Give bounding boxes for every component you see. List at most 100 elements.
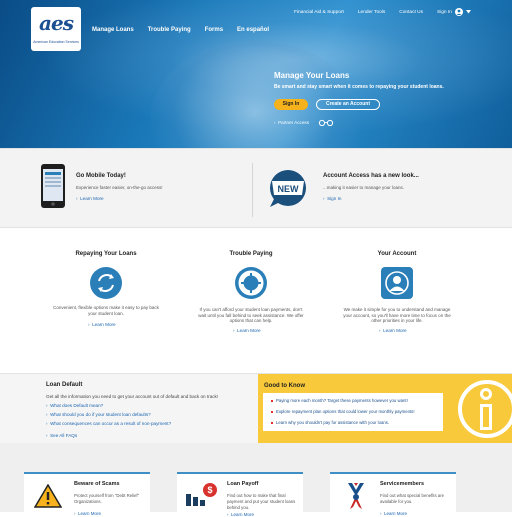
user-icon: [454, 8, 463, 16]
loan-default-title: Loan Default: [46, 382, 83, 388]
bullet-icon: [271, 421, 273, 424]
repaying-text-line-1: Convenient, flexible options make it eas…: [53, 305, 159, 310]
trouble-paying-text-line-3: options that can help.: [229, 318, 273, 323]
card-learn-more[interactable]: › Learn More: [227, 512, 254, 517]
your-account-text: We make it simple for you to understand …: [327, 307, 467, 324]
hero-subtitle: Be smart and stay smart when it comes to…: [274, 84, 444, 90]
faq-consequences-label: What consequences can occur as a result …: [50, 421, 172, 426]
partner-access-label: Partner Access: [278, 120, 309, 125]
trouble-paying-title: Trouble Paying: [229, 251, 273, 257]
nav-en-espanol[interactable]: En español: [237, 27, 269, 33]
glasses-icon: [318, 119, 334, 126]
repaying-text-line-2: your student loan.: [88, 310, 124, 316]
go-mobile-link-label: Learn More: [80, 196, 104, 201]
card-title: Loan Payoff: [227, 481, 259, 487]
svg-text:$: $: [207, 485, 212, 495]
military-ribbon-icon: [348, 483, 364, 509]
card-text-line-1: Protect yourself from "Debt Relief": [74, 493, 140, 498]
account-user-icon: [381, 267, 413, 299]
card-title: Beware of Scams: [74, 481, 120, 487]
see-all-faqs-link[interactable]: › See All FAQs: [46, 433, 77, 438]
card-beware-of-scams[interactable]: Beware of Scams Protect yourself from "D…: [24, 472, 150, 516]
card-text-line-2: Organizations.: [74, 499, 102, 504]
aes-logo[interactable]: aes American Education Services: [31, 7, 81, 51]
good-to-know-title: Good to Know: [264, 383, 305, 389]
bullet-icon: [271, 399, 273, 402]
partner-access-link[interactable]: › Partner Access: [274, 120, 309, 125]
warning-icon: [34, 484, 62, 508]
repayment-cycle-icon: [90, 267, 122, 299]
good-to-know-item-label: Learn why you shouldn't pay for assistan…: [276, 420, 390, 425]
hero-title: Manage Your Loans: [274, 71, 350, 80]
faq-consequences[interactable]: › What consequences can occur as a resul…: [46, 421, 171, 426]
card-servicemembers[interactable]: Servicemembers Find out what special ben…: [330, 472, 456, 516]
card-loan-payoff[interactable]: $ Loan Payoff Find out how to make that …: [177, 472, 303, 517]
your-account-text-line-1: We make it simple for you to understand …: [343, 307, 451, 312]
info-icon-stem: [480, 404, 492, 430]
card-text-line-3: behind you.: [227, 505, 250, 510]
new-badge-icon: NEW: [270, 170, 306, 207]
your-account-learn-more[interactable]: › Learn More: [379, 328, 407, 333]
main-nav: Manage Loans Trouble Paying Forms En esp…: [92, 27, 269, 33]
card-text-line-2: payment and put your student loans: [227, 499, 296, 504]
new-badge-text: NEW: [278, 184, 300, 194]
account-access-text: ...making it easier to manage your loans…: [323, 185, 405, 190]
create-account-button[interactable]: Create an Account: [316, 99, 380, 110]
promo-band: Go Mobile Today! Experience faster easie…: [0, 148, 512, 228]
nav-financial-aid[interactable]: Financial Aid & Support: [294, 10, 344, 15]
good-to-know-item-label: Paying more each month? Target these pay…: [276, 398, 408, 403]
card-title: Servicemembers: [380, 481, 425, 487]
nav-forms[interactable]: Forms: [205, 27, 223, 33]
trouble-paying-learn-more[interactable]: › Learn More: [233, 328, 261, 333]
nav-contact-us[interactable]: Contact Us: [399, 10, 423, 15]
faq-default-meaning[interactable]: › What does Default mean?: [46, 403, 103, 408]
faq-default-meaning-label: What does Default mean?: [50, 403, 104, 408]
repaying-learn-more[interactable]: › Learn More: [88, 322, 116, 327]
nav-trouble-paying[interactable]: Trouble Paying: [148, 27, 191, 33]
trouble-paying-text: If you can't afford your student loan pa…: [181, 307, 321, 324]
your-account-title: Your Account: [377, 251, 417, 257]
repaying-link-label: Learn More: [92, 322, 116, 327]
sign-in-button[interactable]: Sign In: [274, 99, 308, 110]
your-account-text-line-3: other priorities in your life.: [371, 318, 423, 323]
chevron-down-icon: [465, 10, 471, 14]
life-preserver-icon: [235, 267, 267, 299]
loan-default-text: Get all the information you need to get …: [46, 394, 219, 399]
go-mobile-title: Go Mobile Today!: [76, 173, 126, 179]
good-to-know-panel: Good to Know Paying more each month? Tar…: [258, 374, 512, 443]
repaying-title: Repaying Your Loans: [75, 251, 137, 257]
bullet-icon: [271, 410, 273, 413]
good-to-know-item-label: Explore repayment plan options that coul…: [276, 409, 415, 414]
good-to-know-item[interactable]: Learn why you shouldn't pay for assistan…: [271, 420, 389, 425]
utility-nav: Financial Aid & Support Lender Tools Con…: [294, 8, 471, 16]
trouble-paying-text-line-1: If you can't afford your student loan pa…: [199, 307, 303, 312]
go-mobile-text: Experience faster easier, on-the-go acce…: [76, 185, 163, 190]
money-bars-icon: $: [186, 483, 217, 506]
go-mobile-learn-more[interactable]: › Learn More: [76, 196, 104, 201]
card-text-line-2: available for you.: [380, 499, 413, 504]
nav-sign-in[interactable]: Sign In: [437, 8, 471, 16]
faq-what-to-do-label: What should you do if your student loan …: [50, 412, 151, 417]
account-access-link-label: Sign In: [327, 196, 342, 201]
good-to-know-list: Paying more each month? Target these pay…: [263, 393, 443, 431]
see-all-faqs-label: See All FAQs: [50, 433, 78, 438]
faq-what-to-do[interactable]: › What should you do if your student loa…: [46, 412, 151, 417]
card-text-line-1: Find out how to make that final: [227, 493, 286, 498]
card-link-label: Learn More: [231, 512, 255, 517]
info-icon-dot: [480, 388, 492, 400]
hero-banner: aes American Education Services Manage L…: [0, 0, 512, 148]
your-account-link-label: Learn More: [383, 328, 407, 333]
nav-lender-tools[interactable]: Lender Tools: [358, 10, 385, 15]
mobile-phone-icon: [41, 164, 65, 208]
account-access-title: Account Access has a new look...: [323, 173, 419, 179]
good-to-know-item[interactable]: Explore repayment plan options that coul…: [271, 409, 415, 414]
good-to-know-item[interactable]: Paying more each month? Target these pay…: [271, 398, 408, 403]
nav-manage-loans[interactable]: Manage Loans: [92, 27, 134, 33]
services-section: Repaying Your Loans Convenient, flexible…: [0, 229, 512, 372]
logo-text: aes: [39, 11, 74, 35]
account-access-sign-in[interactable]: › Sign In: [323, 196, 341, 201]
repaying-text: Convenient, flexible options make it eas…: [36, 305, 176, 316]
trouble-paying-link-label: Learn More: [237, 328, 261, 333]
card-text-line-1: Find out what special benefits are: [380, 493, 445, 498]
promo-divider: [252, 163, 253, 217]
